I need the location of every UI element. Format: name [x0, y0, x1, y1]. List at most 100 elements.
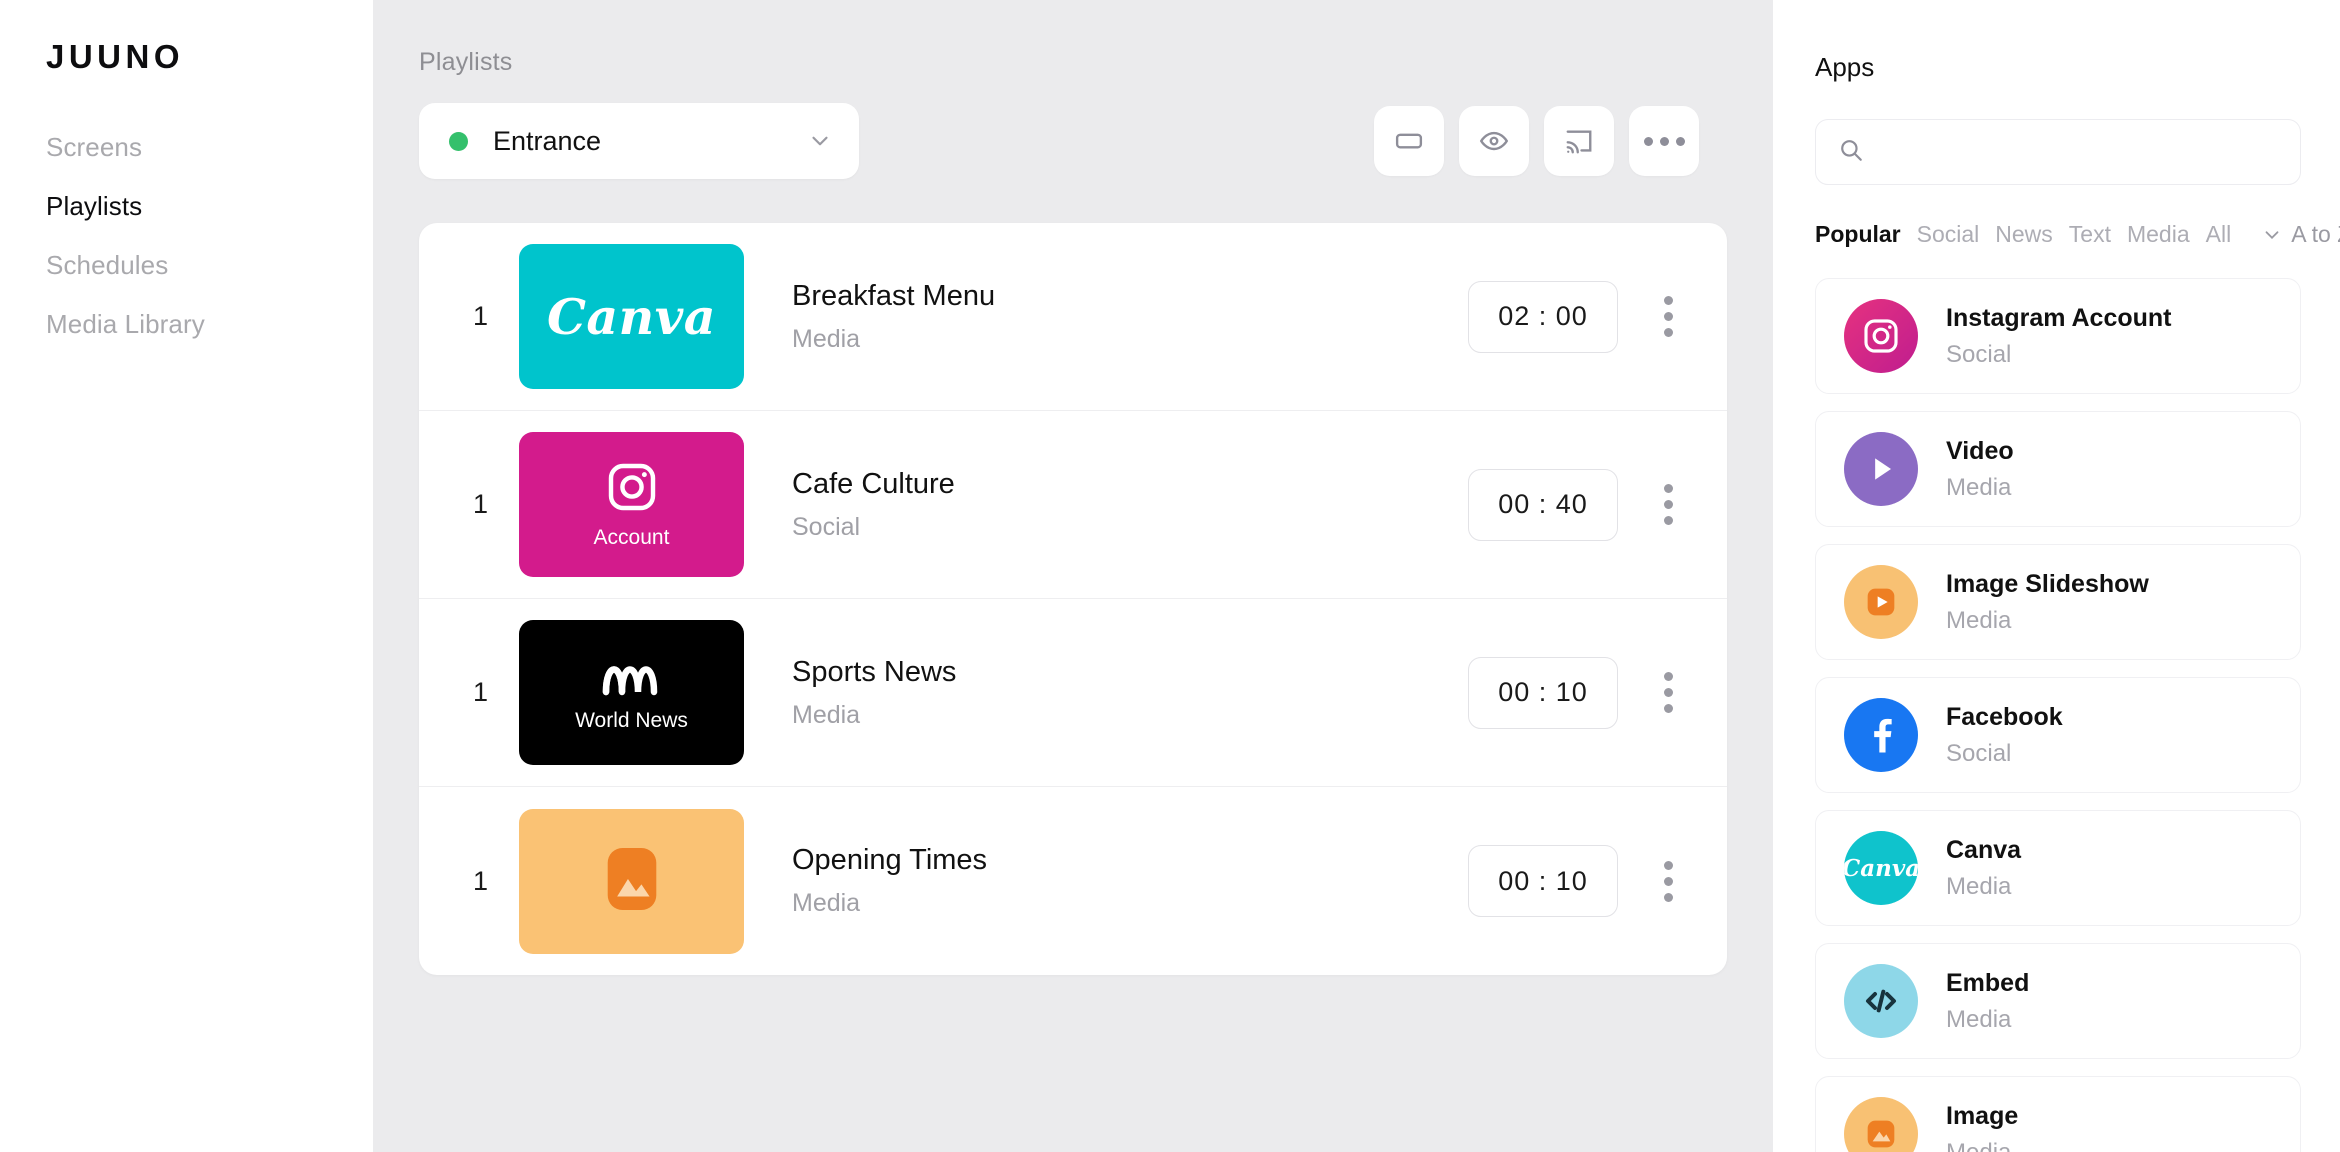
duration-input[interactable]: 00 : 10	[1468, 656, 1618, 729]
table-row[interactable]: 1 Opening Times Media 00 : 10	[419, 787, 1727, 975]
chevron-down-icon	[2261, 224, 2283, 246]
facebook-icon	[1844, 698, 1918, 772]
row-menu-button[interactable]	[1656, 853, 1681, 910]
instagram-icon	[1844, 299, 1918, 373]
row-menu-button[interactable]	[1656, 664, 1681, 721]
list-item[interactable]: Embed Media	[1815, 943, 2301, 1059]
sort-dropdown[interactable]: A to Z	[2261, 221, 2340, 248]
image-icon	[605, 845, 659, 918]
row-text: Cafe Culture Social	[792, 468, 1468, 542]
apps-search[interactable]	[1815, 119, 2301, 185]
sidebar-item-playlists[interactable]: Playlists	[46, 177, 373, 236]
more-options-button[interactable]	[1629, 106, 1699, 176]
app-root: JUUNO Screens Playlists Schedules Media …	[0, 0, 2340, 1152]
list-item-text: Image Slideshow Media	[1946, 570, 2149, 635]
table-row[interactable]: 1 Account Cafe Culture Social 00 : 40	[419, 411, 1727, 599]
sidebar-item-screens[interactable]: Screens	[46, 118, 373, 177]
filter-social[interactable]: Social	[1917, 221, 1980, 248]
instagram-icon	[604, 459, 660, 520]
list-item[interactable]: Facebook Social	[1815, 677, 2301, 793]
row-index: 1	[473, 489, 489, 519]
row-subtitle: Media	[792, 324, 861, 353]
app-name: Canva	[1946, 835, 2022, 864]
chevron-down-icon	[807, 128, 833, 154]
app-logo: JUUNO	[46, 38, 185, 75]
app-name: Image Slideshow	[1946, 569, 2149, 598]
row-index: 1	[473, 301, 489, 331]
app-name: Facebook	[1946, 702, 2063, 731]
row-thumbnail-abc-news: World News	[519, 620, 744, 765]
row-text: Opening Times Media	[792, 844, 1468, 918]
row-menu-button[interactable]	[1656, 288, 1681, 345]
list-item[interactable]: Image Slideshow Media	[1815, 544, 2301, 660]
list-item-text: Video Media	[1946, 437, 2014, 502]
list-item[interactable]: Image Media	[1815, 1076, 2301, 1152]
search-input[interactable]	[1880, 138, 2278, 166]
cast-button[interactable]	[1544, 106, 1614, 176]
list-item-text: Instagram Account Social	[1946, 304, 2172, 369]
row-title: Opening Times	[792, 844, 988, 876]
app-category: Social	[1946, 340, 2012, 368]
code-icon	[1844, 964, 1918, 1038]
list-item-text: Embed Media	[1946, 969, 2029, 1034]
row-subtitle: Media	[792, 700, 861, 729]
slideshow-icon	[1844, 565, 1918, 639]
sort-label: A to Z	[2291, 221, 2340, 247]
row-text: Sports News Media	[792, 656, 1468, 730]
image-icon	[1844, 1097, 1918, 1152]
row-text: Breakfast Menu Media	[792, 280, 1468, 354]
thumb-label: Account	[593, 526, 670, 549]
more-horizontal-icon	[1643, 136, 1685, 146]
screen-icon-button[interactable]	[1374, 106, 1444, 176]
table-row[interactable]: 1 World News Sports News Media 00 : 10	[419, 599, 1727, 787]
apps-filter-tabs: Popular Social News Text Media All A to …	[1815, 221, 2340, 248]
canva-icon: Canva	[1844, 831, 1918, 905]
list-item-text: Canva Media	[1946, 836, 2021, 901]
filter-news[interactable]: News	[1995, 221, 2053, 248]
duration-input[interactable]: 00 : 10	[1468, 845, 1618, 917]
list-item-text: Image Media	[1946, 1102, 2018, 1152]
row-index: 1	[473, 677, 489, 707]
row-menu-button[interactable]	[1656, 476, 1681, 533]
app-category: Media	[1946, 473, 2012, 501]
toolbar-row: Entrance	[419, 103, 1727, 179]
app-category: Media	[1946, 606, 2012, 634]
search-icon	[1838, 137, 1864, 168]
app-name: Video	[1946, 436, 2014, 465]
filter-all[interactable]: All	[2206, 221, 2232, 248]
main-panel: Playlists Entrance 1 Canva Breakfast Men…	[373, 0, 1773, 1152]
duration-input[interactable]: 02 : 00	[1468, 280, 1618, 353]
app-name: Image	[1946, 1101, 2019, 1130]
filter-text[interactable]: Text	[2069, 221, 2111, 248]
row-thumbnail-image	[519, 808, 744, 954]
duration-input[interactable]: 00 : 40	[1468, 468, 1618, 541]
app-category: Media	[1946, 1138, 2012, 1152]
sidebar-nav: Screens Playlists Schedules Media Librar…	[46, 118, 373, 354]
playlist-selector[interactable]: Entrance	[419, 103, 859, 179]
app-category: Media	[1946, 1005, 2012, 1033]
list-item[interactable]: Instagram Account Social	[1815, 278, 2301, 394]
row-thumbnail-canva: Canva	[519, 244, 744, 389]
apps-panel: Apps Popular Social News Text Media All …	[1773, 0, 2340, 1152]
preview-button[interactable]	[1459, 106, 1529, 176]
canva-wordmark: Canva	[546, 287, 717, 346]
sidebar: JUUNO Screens Playlists Schedules Media …	[0, 0, 373, 1152]
filter-media[interactable]: Media	[2127, 221, 2190, 248]
app-name: Instagram Account	[1946, 303, 2172, 332]
list-item-text: Facebook Social	[1946, 703, 2063, 768]
sidebar-item-schedules[interactable]: Schedules	[46, 236, 373, 295]
cast-icon	[1564, 126, 1594, 156]
filter-popular[interactable]: Popular	[1815, 221, 1901, 248]
page-title: Playlists	[419, 48, 513, 76]
apps-panel-title: Apps	[1815, 52, 1875, 82]
sidebar-item-media-library[interactable]: Media Library	[46, 295, 373, 354]
apps-list: Instagram Account Social Video Media Ima…	[1815, 278, 2301, 1152]
app-category: Social	[1946, 739, 2012, 767]
row-title: Sports News	[792, 655, 957, 688]
table-row[interactable]: 1 Canva Breakfast Menu Media 02 : 00	[419, 223, 1727, 411]
list-item[interactable]: Canva Canva Media	[1815, 810, 2301, 926]
playlist-items-card: 1 Canva Breakfast Menu Media 02 : 00 1 A…	[419, 223, 1727, 975]
list-item[interactable]: Video Media	[1815, 411, 2301, 527]
app-name: Embed	[1946, 968, 2030, 997]
eye-icon	[1479, 126, 1509, 156]
